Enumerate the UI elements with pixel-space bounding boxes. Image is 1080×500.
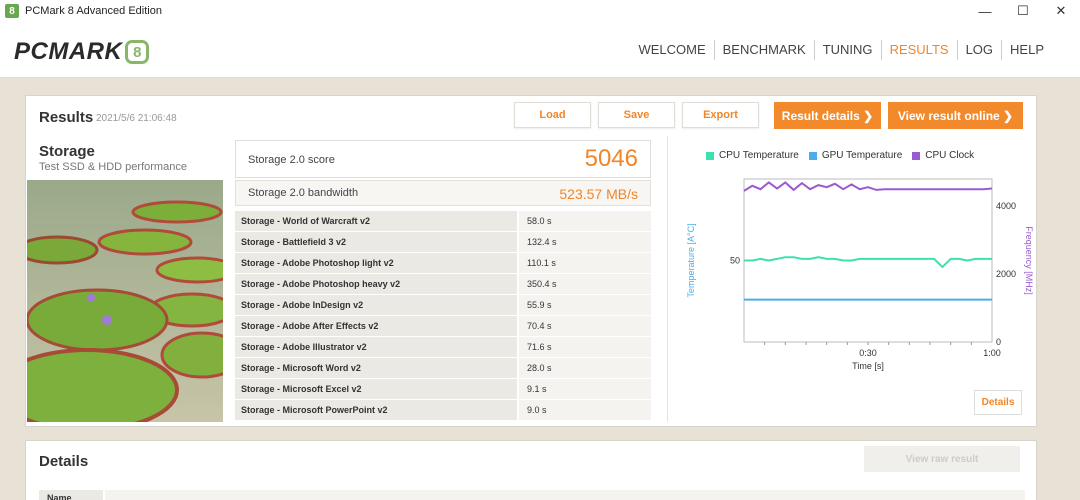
test-value: 28.0 s — [517, 358, 651, 378]
maximize-button[interactable]: ☐ — [1004, 0, 1042, 22]
app-header: PCMARK 8 WELCOME BENCHMARK TUNING RESULT… — [0, 22, 1080, 78]
test-name: Storage - Adobe Photoshop light v2 — [235, 253, 517, 273]
monitoring-chart-panel: CPU Temperature GPU Temperature CPU Cloc… — [667, 136, 1034, 422]
app-icon: 8 — [5, 4, 19, 18]
details-table-header — [105, 490, 1025, 500]
logo-badge: 8 — [125, 40, 150, 64]
test-name: Storage - Adobe After Effects v2 — [235, 316, 517, 336]
storage-description: Test SSD & HDD performance — [39, 161, 187, 173]
test-name: Storage - Adobe Photoshop heavy v2 — [235, 274, 517, 294]
table-row: Storage - Adobe InDesign v2 55.9 s — [235, 295, 651, 316]
monitoring-chart: 0:30 1:00 Time [s] 50 4000 2000 0 Temperature [… — [686, 178, 1034, 371]
table-row: Storage - Microsoft PowerPoint v2 9.0 s — [235, 400, 651, 421]
test-value: 132.4 s — [517, 232, 651, 252]
minimize-button[interactable]: — — [966, 0, 1004, 22]
close-button[interactable]: ✕ — [1042, 0, 1080, 22]
y-left-axis-label: Temperature [A°C] — [686, 223, 696, 297]
series-line-cpu-clock — [743, 181, 993, 192]
main-nav: WELCOME BENCHMARK TUNING RESULTS LOG HEL… — [630, 40, 1052, 60]
test-value: 110.1 s — [517, 253, 651, 273]
table-row: Storage - World of Warcraft v2 58.0 s — [235, 211, 651, 232]
load-button[interactable]: Load — [514, 102, 591, 128]
storage-info: Storage Test SSD & HDD performance — [27, 136, 223, 422]
x-tick-label: 0:30 — [859, 348, 877, 358]
table-row: Storage - Microsoft Excel v2 9.1 s — [235, 379, 651, 400]
score-card: Storage 2.0 score 5046 — [235, 140, 651, 178]
results-panel: Results 2021/5/6 21:06:48 Load Save Expo… — [25, 95, 1037, 427]
test-name: Storage - World of Warcraft v2 — [235, 211, 517, 231]
test-value: 350.4 s — [517, 274, 651, 294]
result-details-button[interactable]: Result details ❯ — [774, 102, 881, 129]
test-results-list: Storage - World of Warcraft v2 58.0 s Sto… — [235, 211, 651, 421]
test-value: 71.6 s — [517, 337, 651, 357]
y-right-tick-label: 4000 — [996, 201, 1016, 211]
test-value: 9.0 s — [517, 400, 651, 420]
nav-help[interactable]: HELP — [1002, 40, 1052, 60]
x-axis-label: Time [s] — [852, 361, 884, 371]
series-line-cpu-temperature — [744, 256, 992, 269]
test-name: Storage - Battlefield 3 v2 — [235, 232, 517, 252]
title-bar: 8 PCMark 8 Advanced Edition — ☐ ✕ — [0, 0, 1080, 22]
test-name: Storage - Microsoft PowerPoint v2 — [235, 400, 517, 420]
y-left-tick-label: 50 — [730, 256, 740, 266]
y-right-tick-label: 2000 — [996, 269, 1016, 279]
x-tick-label: 1:00 — [983, 348, 1001, 358]
results-date: 2021/5/6 21:06:48 — [96, 113, 177, 124]
test-value: 55.9 s — [517, 295, 651, 315]
table-row: Storage - Adobe Illustrator v2 71.6 s — [235, 337, 651, 358]
details-panel: Details View raw result Name — [25, 440, 1037, 500]
results-title: Results — [39, 109, 94, 126]
save-button[interactable]: Save — [598, 102, 675, 128]
bandwidth-value: 523.57 MB/s — [559, 186, 638, 202]
bandwidth-label: Storage 2.0 bandwidth — [248, 187, 359, 199]
nav-results[interactable]: RESULTS — [882, 40, 958, 60]
view-result-online-button[interactable]: View result online ❯ — [888, 102, 1023, 129]
score-label: Storage 2.0 score — [248, 154, 335, 166]
table-row: Storage - Adobe Photoshop heavy v2 350.4 … — [235, 274, 651, 295]
logo-text: PCMARK — [14, 38, 123, 65]
table-row: Storage - Microsoft Word v2 28.0 s — [235, 358, 651, 379]
test-value: 70.4 s — [517, 316, 651, 336]
name-column-header: Name — [39, 490, 103, 500]
y-right-tick-label: 0 — [996, 337, 1001, 347]
bandwidth-card: Storage 2.0 bandwidth 523.57 MB/s — [235, 180, 651, 206]
table-row: Storage - Battlefield 3 v2 132.4 s — [235, 232, 651, 253]
nav-benchmark[interactable]: BENCHMARK — [715, 40, 815, 60]
test-name: Storage - Microsoft Word v2 — [235, 358, 517, 378]
pcmark-logo: PCMARK 8 — [14, 38, 150, 66]
window-title: PCMark 8 Advanced Edition — [25, 5, 162, 17]
score-value: 5046 — [584, 145, 638, 172]
nav-tuning[interactable]: TUNING — [815, 40, 882, 60]
details-title: Details — [39, 453, 89, 470]
test-name: Storage - Microsoft Excel v2 — [235, 379, 517, 399]
view-raw-result-button[interactable]: View raw result — [864, 446, 1020, 472]
storage-name: Storage — [39, 143, 95, 160]
details-button[interactable]: Details — [974, 390, 1022, 415]
test-name: Storage - Adobe InDesign v2 — [235, 295, 517, 315]
test-value: 9.1 s — [517, 379, 651, 399]
nav-welcome[interactable]: WELCOME — [630, 40, 715, 60]
plot-frame — [743, 178, 993, 343]
table-row: Storage - Adobe Photoshop light v2 110.1 … — [235, 253, 651, 274]
test-name: Storage - Adobe Illustrator v2 — [235, 337, 517, 357]
test-value: 58.0 s — [517, 211, 651, 231]
export-button[interactable]: Export — [682, 102, 759, 128]
storage-test-image — [27, 180, 223, 422]
table-row: Storage - Adobe After Effects v2 70.4 s — [235, 316, 651, 337]
nav-log[interactable]: LOG — [958, 40, 1003, 60]
y-right-axis-label: Frequency [MHz] — [1024, 226, 1034, 295]
